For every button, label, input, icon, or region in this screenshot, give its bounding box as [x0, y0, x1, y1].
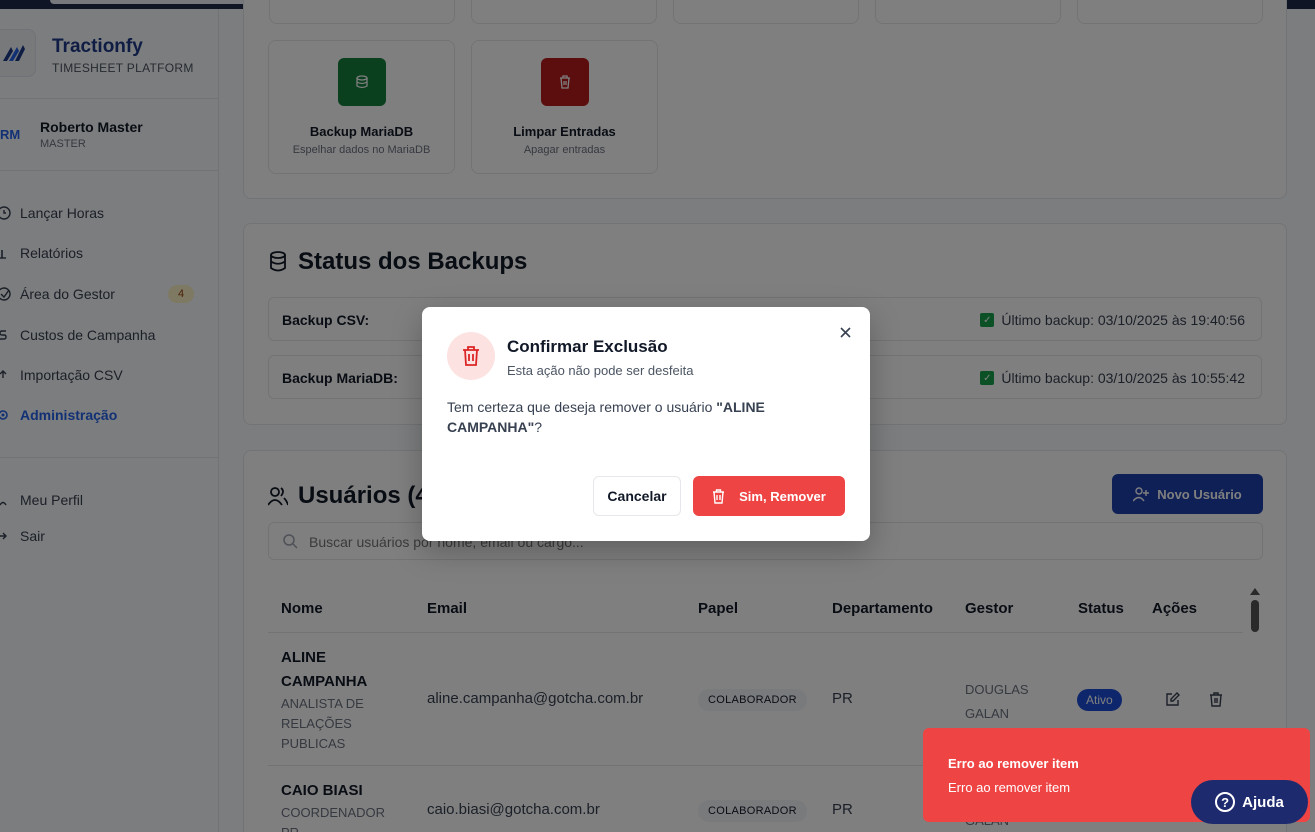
confirm-remove-label: Sim, Remover	[739, 488, 826, 504]
trash-icon	[447, 332, 495, 380]
help-label: Ajuda	[1242, 793, 1284, 811]
dialog-message-suffix: ?	[534, 419, 543, 435]
dialog-subtitle: Esta ação não pode ser desfeita	[507, 363, 694, 378]
toast-title: Erro ao remover item	[948, 756, 1079, 771]
confirm-delete-dialog: Confirmar Exclusão Esta ação não pode se…	[422, 307, 870, 541]
cancel-button[interactable]: Cancelar	[593, 476, 681, 516]
confirm-remove-button[interactable]: Sim, Remover	[693, 476, 845, 516]
toast-message: Erro ao remover item	[948, 780, 1071, 795]
trash-icon	[713, 488, 725, 504]
dialog-message: Tem certeza que deseja remover o usuário…	[447, 397, 817, 437]
close-icon[interactable]	[837, 324, 853, 340]
help-button[interactable]: ? Ajuda	[1191, 780, 1308, 824]
dialog-title: Confirmar Exclusão	[507, 337, 668, 356]
dialog-message-prefix: Tem certeza que deseja remover o usuário	[447, 399, 717, 415]
help-icon: ?	[1215, 792, 1236, 812]
